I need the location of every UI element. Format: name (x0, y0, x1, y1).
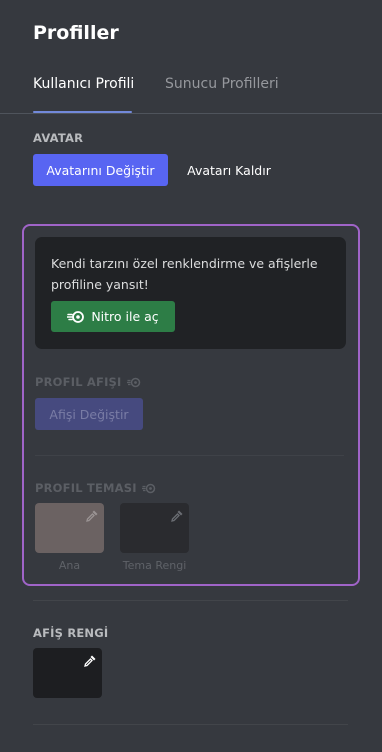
eyedropper-icon (85, 508, 99, 522)
tab-server-profiles[interactable]: Sunucu Profilleri (165, 74, 279, 94)
tab-user-profile[interactable]: Kullanıcı Profili (33, 74, 134, 94)
profile-theme-label-text: PROFIL TEMASI (35, 481, 137, 495)
nitro-upsell-text: Kendi tarzını özel renklendirme ve afişl… (51, 256, 318, 292)
profile-theme-label: PROFIL TEMASI (35, 481, 156, 495)
avatar-section-label: AVATAR (33, 131, 84, 145)
unlock-nitro-button[interactable]: Nitro ile aç (51, 301, 175, 332)
remove-avatar-button[interactable]: Avatarı Kaldır (180, 154, 278, 186)
accent-color-caption: Tema Rengi (122, 559, 187, 572)
section-divider (33, 600, 348, 601)
eyedropper-icon (83, 653, 97, 667)
profile-banner-label: PROFIL AFIŞI (35, 375, 141, 389)
tabs-divider (0, 113, 382, 114)
unlock-nitro-label: Nitro ile aç (91, 309, 159, 324)
inner-divider (35, 455, 344, 456)
profile-banner-label-text: PROFIL AFIŞI (35, 375, 122, 389)
nitro-badge-icon (141, 483, 156, 494)
nitro-badge-icon (126, 377, 141, 388)
section-divider (33, 724, 348, 725)
page-title: Profiller (33, 22, 119, 44)
accent-color-swatch (120, 503, 189, 553)
banner-color-swatch[interactable] (33, 648, 102, 698)
change-avatar-button[interactable]: Avatarını Değiştir (33, 154, 168, 186)
eyedropper-icon (170, 508, 184, 522)
change-banner-button: Afişi Değiştir (35, 398, 143, 430)
profile-tabs: Kullanıcı Profili Sunucu Profilleri (0, 74, 382, 114)
nitro-icon (67, 310, 85, 323)
banner-color-label: AFİŞ RENGİ (33, 626, 109, 640)
primary-color-swatch (35, 503, 104, 553)
nitro-upsell-card: Kendi tarzını özel renklendirme ve afişl… (35, 237, 346, 349)
primary-color-caption: Ana (58, 559, 81, 572)
